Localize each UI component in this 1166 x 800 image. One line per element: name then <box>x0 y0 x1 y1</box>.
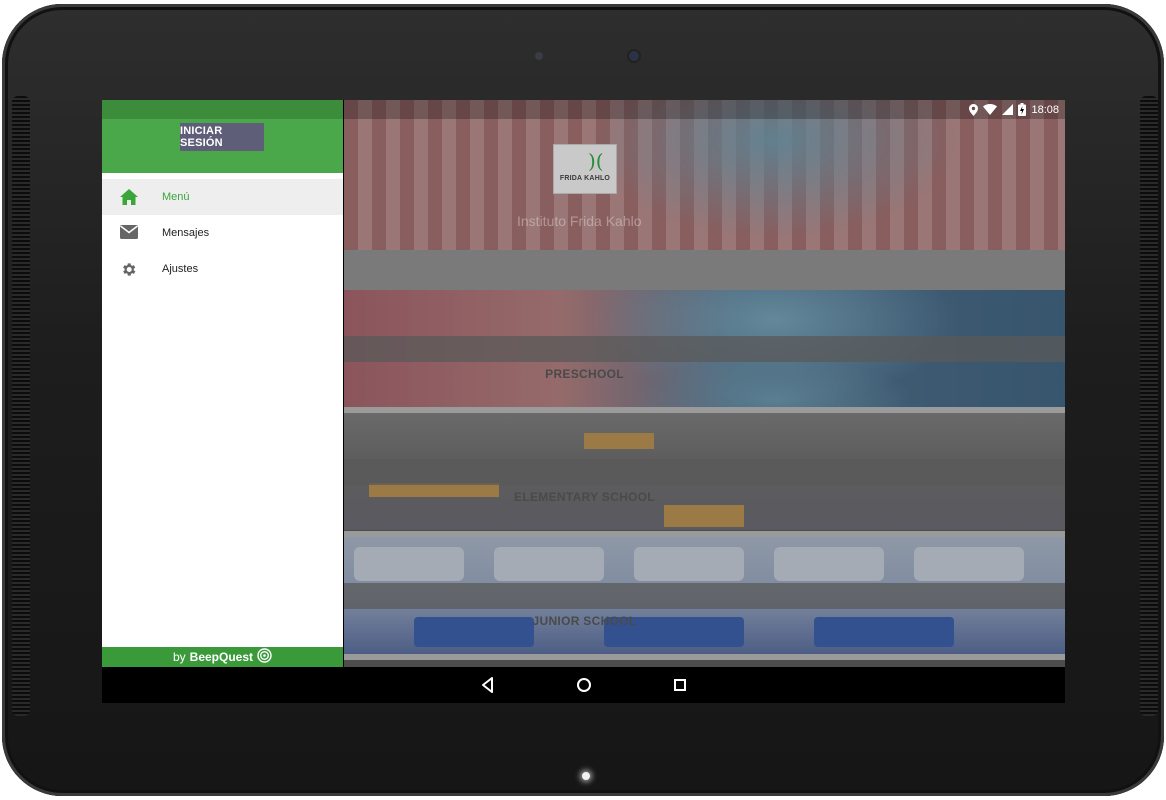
drawer-item-label: Ajustes <box>162 263 199 275</box>
gear-icon <box>120 261 138 277</box>
status-icons: 18:08 <box>969 102 1059 117</box>
front-camera <box>629 51 639 61</box>
institute-name: Instituto Frida Kahlo <box>517 213 642 229</box>
right-speaker-grille <box>1140 96 1158 716</box>
category-band <box>344 459 1065 485</box>
category-elementary-school[interactable]: ELEMENTARY SCHOOL <box>344 413 1065 530</box>
desk-photo-detail <box>584 433 654 449</box>
drawer-item-menu[interactable]: Menú <box>102 179 343 215</box>
beepquest-logo-icon <box>257 648 272 666</box>
home-circle-icon[interactable] <box>574 675 594 695</box>
seat-photo-detail <box>814 617 954 647</box>
logo-text: FRIDA KAHLO <box>559 175 611 182</box>
footer-brand: BeepQuest <box>189 650 254 664</box>
category-band <box>344 583 1065 609</box>
navigation-drawer: INICIAR SESIÓN Menú Mensajes Ajustes by … <box>102 100 343 667</box>
recents-icon[interactable] <box>670 675 690 695</box>
drawer-header: INICIAR SESIÓN <box>102 119 343 173</box>
login-button[interactable]: INICIAR SESIÓN <box>180 123 264 151</box>
institute-logo[interactable]: )( FRIDA KAHLO <box>553 144 617 194</box>
seat-photo-detail <box>354 547 464 581</box>
notification-led <box>582 772 590 780</box>
category-preschool[interactable]: PRESCHOOL <box>344 290 1065 407</box>
drawer-item-messages[interactable]: Mensajes <box>102 215 343 251</box>
left-speaker-grille <box>12 96 30 716</box>
home-icon <box>120 189 138 205</box>
drawer-item-label: Menú <box>162 191 190 203</box>
seat-photo-detail <box>634 547 744 581</box>
sensor <box>535 52 543 60</box>
drawer-item-label: Mensajes <box>162 227 210 239</box>
category-label: JUNIOR SCHOOL <box>532 614 637 628</box>
system-navigation-bar <box>102 667 1065 703</box>
battery-icon <box>1018 103 1027 116</box>
seat-photo-detail <box>774 547 884 581</box>
seat-photo-detail <box>914 547 1024 581</box>
desk-photo-detail <box>664 505 744 527</box>
signal-icon <box>1002 104 1014 115</box>
logo-mark-icon: )( <box>588 149 604 173</box>
header-banner: )( FRIDA KAHLO Instituto Frida Kahlo <box>344 100 1065 250</box>
device-screen: )( FRIDA KAHLO Instituto Frida Kahlo PRE… <box>102 100 1065 703</box>
category-band <box>344 336 1065 362</box>
category-label: ELEMENTARY SCHOOL <box>514 490 655 504</box>
category-label: PRESCHOOL <box>545 367 624 381</box>
footer-prefix: by <box>172 650 186 664</box>
location-icon <box>969 103 979 116</box>
drawer-status-strip <box>102 100 343 119</box>
drawer-footer[interactable]: by BeepQuest <box>102 647 343 667</box>
back-icon[interactable] <box>478 675 498 695</box>
clock: 18:08 <box>1031 103 1059 116</box>
app-content: )( FRIDA KAHLO Instituto Frida Kahlo PRE… <box>344 100 1065 667</box>
seat-photo-detail <box>494 547 604 581</box>
drawer-item-settings[interactable]: Ajustes <box>102 251 343 287</box>
search-bar-area <box>344 250 1065 290</box>
divider <box>344 654 1065 660</box>
drawer-menu: Menú Mensajes Ajustes <box>102 179 343 287</box>
category-junior-school[interactable]: JUNIOR SCHOOL <box>344 537 1065 654</box>
wifi-icon <box>983 104 998 115</box>
envelope-icon <box>120 225 138 241</box>
